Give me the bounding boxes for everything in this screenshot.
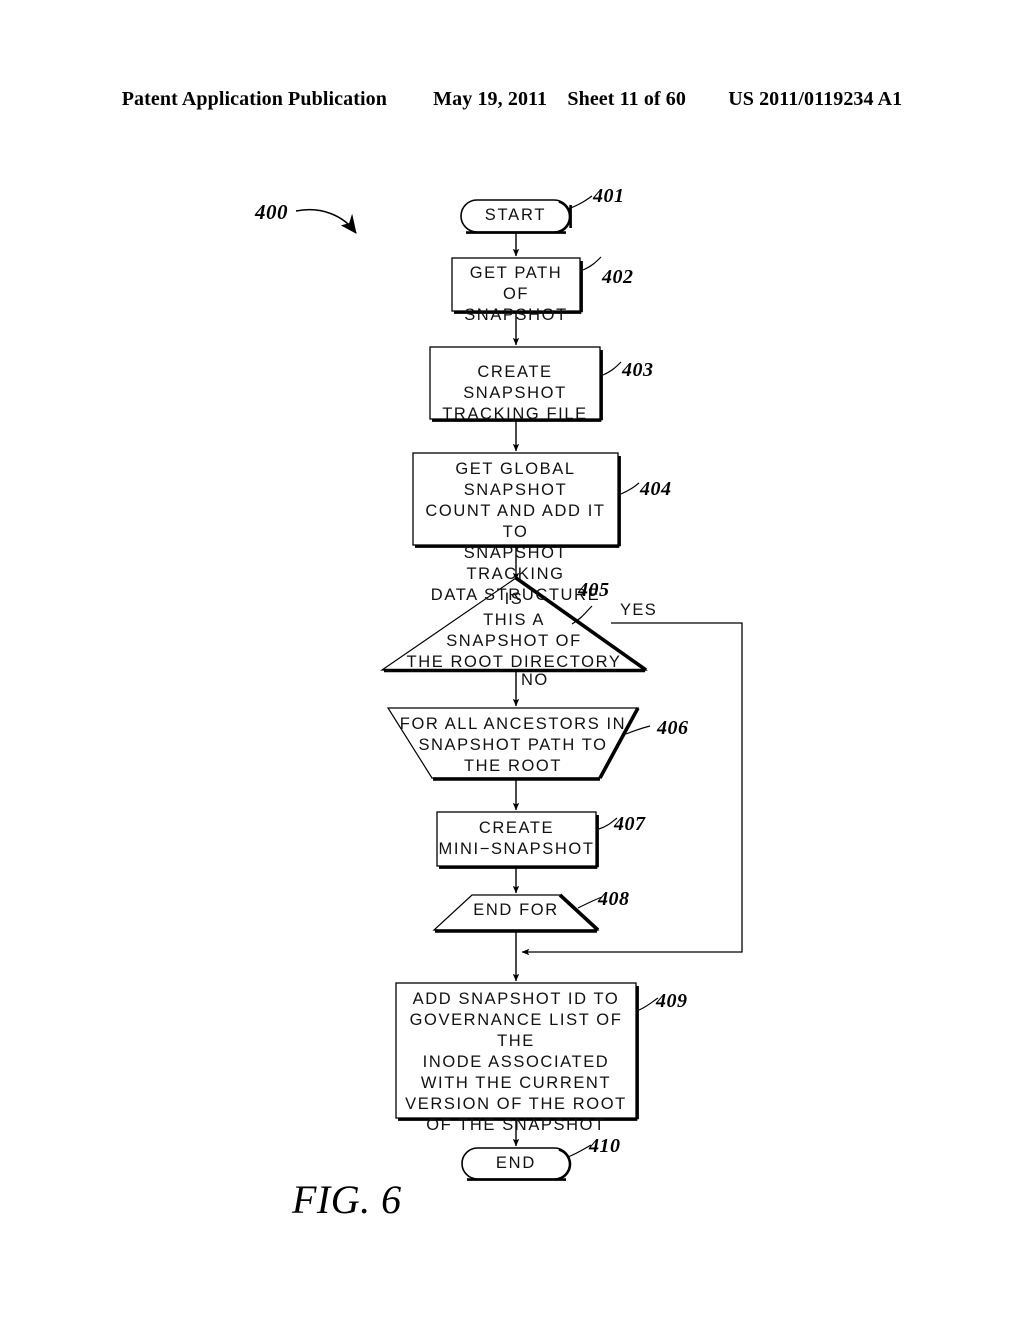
node-410-end xyxy=(461,1147,572,1181)
ref-409: 409 xyxy=(656,990,688,1012)
flowchart-figure: START GET PATH OF SNAPSHOT CREATE SNAPSH… xyxy=(0,0,1024,1320)
node-401-start xyxy=(460,199,572,234)
ref-402: 402 xyxy=(602,266,634,288)
ref-410: 410 xyxy=(589,1135,621,1157)
diagram-ref-pointer xyxy=(295,209,357,234)
leader-410 xyxy=(567,1144,592,1158)
ref-405: 405 xyxy=(578,579,610,601)
ref-407: 407 xyxy=(614,813,646,835)
leader-401 xyxy=(567,195,593,210)
ref-406: 406 xyxy=(657,717,689,739)
ref-403: 403 xyxy=(622,359,654,381)
node-404-box xyxy=(412,452,621,548)
ref-400: 400 xyxy=(255,200,288,224)
leader-402 xyxy=(582,256,602,271)
node-402-box xyxy=(451,257,583,314)
ref-401: 401 xyxy=(593,185,625,207)
node-406-loop-start xyxy=(386,707,640,781)
flowchart-svg xyxy=(295,195,743,1181)
branch-label-no: NO xyxy=(521,671,549,689)
node-409-box xyxy=(395,982,639,1121)
node-407-box xyxy=(436,811,599,869)
branch-label-yes: YES xyxy=(620,601,658,619)
node-403-box xyxy=(429,346,603,422)
leader-403 xyxy=(602,361,622,376)
leader-404 xyxy=(620,482,640,495)
figure-caption: FIG. 6 xyxy=(292,1177,402,1222)
ref-404: 404 xyxy=(640,478,672,500)
node-408-loop-end xyxy=(432,893,600,933)
ref-408: 408 xyxy=(598,888,630,910)
